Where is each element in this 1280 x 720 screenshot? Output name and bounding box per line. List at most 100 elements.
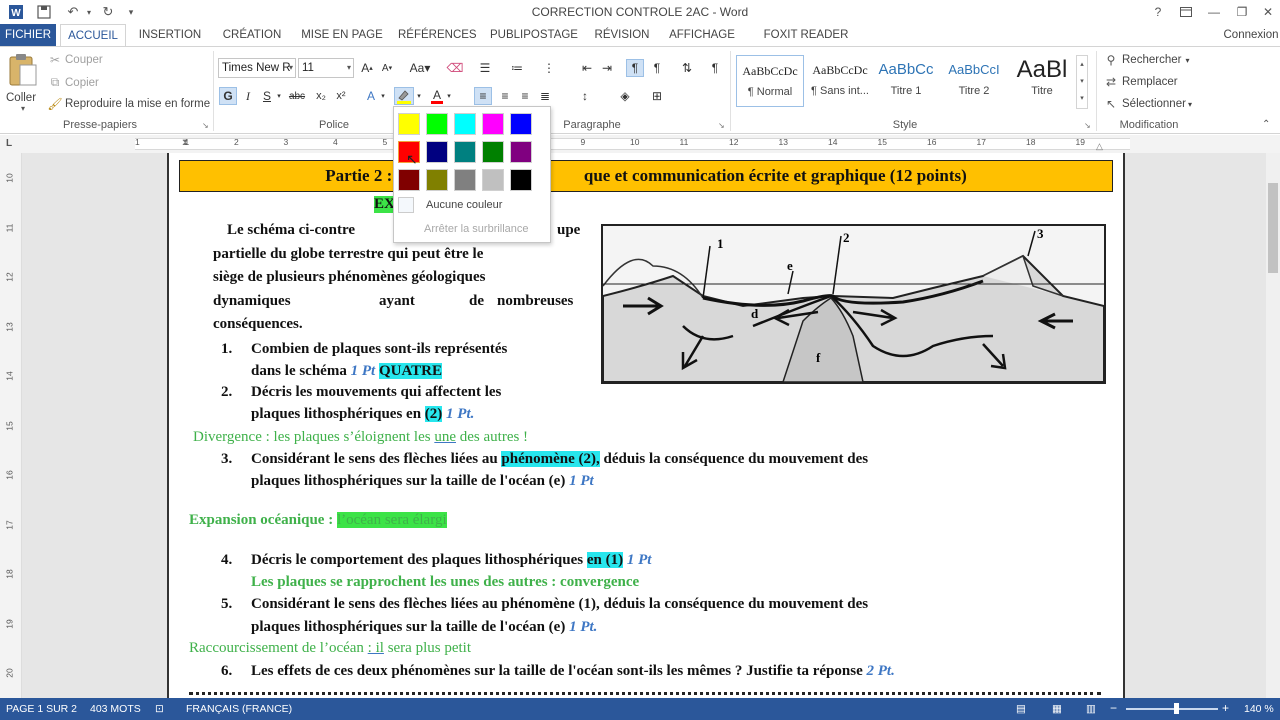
zoom-slider[interactable]: [1126, 708, 1218, 710]
color-swatch[interactable]: [398, 113, 420, 135]
style-no-spacing[interactable]: AaBbCcDc ¶ Sans int...: [806, 55, 874, 107]
save-icon[interactable]: [34, 2, 54, 22]
highlight-dropdown-icon[interactable]: ▾: [414, 87, 424, 105]
change-case-icon[interactable]: Aa▾: [406, 59, 434, 77]
shrink-font-icon[interactable]: A ▾: [378, 59, 396, 77]
ltr-direction-icon[interactable]: ¶: [626, 59, 644, 77]
stop-highlight-option[interactable]: Arrêter la surbrillance: [424, 223, 529, 235]
tab-mise-en-page[interactable]: MISE EN PAGE: [300, 24, 384, 46]
tab-affichage[interactable]: AFFICHAGE: [666, 24, 738, 46]
highlight-color-button[interactable]: [394, 87, 414, 105]
document-page[interactable]: Partie 2 : rais que et communication écri…: [167, 153, 1125, 698]
web-layout-icon[interactable]: ▥: [1086, 703, 1096, 715]
tab-selector-icon[interactable]: L: [6, 138, 18, 150]
redo-icon[interactable]: ↻: [98, 2, 118, 22]
subscript-button[interactable]: x₂: [312, 87, 330, 105]
paste-button[interactable]: Coller ▾: [6, 53, 40, 113]
font-name-combo[interactable]: Times New R ▾: [218, 58, 296, 78]
numbering-icon[interactable]: ≔: [508, 59, 526, 77]
color-swatch[interactable]: [510, 141, 532, 163]
color-swatch[interactable]: [454, 169, 476, 191]
proofing-icon[interactable]: ⊡: [155, 703, 164, 715]
color-swatch[interactable]: [482, 169, 504, 191]
color-swatch[interactable]: [482, 141, 504, 163]
bold-button[interactable]: G: [219, 87, 237, 105]
color-swatch[interactable]: [482, 113, 504, 135]
ribbon-display-options-icon[interactable]: [1172, 2, 1200, 22]
zoom-in-icon[interactable]: +: [1222, 701, 1229, 715]
paragraph-launcher-icon[interactable]: ↘: [718, 121, 725, 130]
color-swatch[interactable]: [510, 113, 532, 135]
style-heading-2[interactable]: AaBbCcI Titre 2: [940, 55, 1008, 107]
increase-indent-icon[interactable]: ⇥: [598, 59, 616, 77]
language-indicator[interactable]: FRANÇAIS (FRANCE): [186, 703, 292, 715]
sign-in-link[interactable]: Connexion: [1222, 24, 1280, 46]
word-logo-icon[interactable]: W: [6, 2, 26, 22]
borders-icon[interactable]: ⊞: [648, 87, 666, 105]
color-swatch[interactable]: [454, 113, 476, 135]
undo-icon[interactable]: ↶: [62, 2, 84, 22]
tab-accueil[interactable]: ACCUEIL: [60, 24, 126, 46]
scrollbar-thumb[interactable]: [1268, 183, 1278, 273]
tab-insertion[interactable]: INSERTION: [136, 24, 204, 46]
cut-button[interactable]: ✂ Couper: [48, 53, 103, 67]
tab-creation[interactable]: CRÉATION: [218, 24, 286, 46]
collapse-ribbon-icon[interactable]: ⌃: [1262, 119, 1270, 130]
italic-button[interactable]: I: [239, 87, 257, 105]
styles-gallery-scroll[interactable]: ▴ ▾ ▾: [1076, 55, 1088, 109]
zoom-level[interactable]: 140 %: [1244, 703, 1274, 715]
replace-button[interactable]: ⇄ Remplacer: [1104, 75, 1178, 89]
sort-icon[interactable]: ⇅: [678, 59, 696, 77]
superscript-button[interactable]: x²: [332, 87, 350, 105]
style-normal[interactable]: AaBbCcDc ¶ Normal: [736, 55, 804, 107]
grow-font-icon[interactable]: A ▴: [358, 59, 376, 77]
align-center-icon[interactable]: ≡: [496, 87, 514, 105]
read-mode-icon[interactable]: ▤: [1016, 703, 1026, 715]
tab-foxit[interactable]: FOXIT READER PDF: [752, 24, 860, 63]
customize-qat-icon[interactable]: ▾: [124, 2, 138, 22]
color-swatch[interactable]: [426, 169, 448, 191]
bullets-icon[interactable]: ☰: [476, 59, 494, 77]
line-spacing-icon[interactable]: ↕: [576, 87, 594, 105]
color-swatch[interactable]: [454, 141, 476, 163]
close-icon[interactable]: ✕: [1254, 2, 1280, 22]
style-heading-1[interactable]: AaBbCc Titre 1: [872, 55, 940, 107]
tab-publipostage[interactable]: PUBLIPOSTAGE: [488, 24, 580, 46]
rtl-direction-icon[interactable]: ¶: [648, 59, 666, 77]
shading-icon[interactable]: ◈: [616, 87, 634, 105]
zoom-out-icon[interactable]: −: [1110, 701, 1117, 715]
font-size-combo[interactable]: 11 ▾: [298, 58, 354, 78]
tab-revision[interactable]: RÉVISION: [592, 24, 652, 46]
color-swatch[interactable]: [426, 113, 448, 135]
style-title[interactable]: AaBl Titre: [1008, 55, 1076, 107]
horizontal-ruler[interactable]: L ⧗ △ 112345678910111213141516171819: [0, 135, 1280, 153]
help-button[interactable]: ?: [1144, 2, 1172, 22]
undo-dropdown-icon[interactable]: ▾: [84, 2, 94, 22]
select-button[interactable]: ↖ Sélectionner ▾: [1104, 97, 1192, 111]
clipboard-launcher-icon[interactable]: ↘: [202, 121, 209, 130]
restore-icon[interactable]: ❐: [1228, 2, 1256, 22]
color-swatch[interactable]: [510, 169, 532, 191]
find-button[interactable]: ⚲ Rechercher ▾: [1104, 53, 1190, 67]
no-color-option[interactable]: Aucune couleur: [398, 195, 546, 215]
color-swatch[interactable]: [398, 169, 420, 191]
right-indent-marker-icon[interactable]: △: [1096, 141, 1103, 152]
show-formatting-marks-icon[interactable]: ¶: [706, 59, 724, 77]
font-color-dropdown-icon[interactable]: ▾: [444, 87, 454, 105]
copy-button[interactable]: ⧉ Copier: [48, 75, 99, 90]
text-effects-dropdown-icon[interactable]: ▾: [378, 87, 388, 105]
format-painter-button[interactable]: 🖌 Reproduire la mise en forme: [47, 97, 210, 111]
tab-references[interactable]: RÉFÉRENCES: [398, 24, 477, 46]
strikethrough-button[interactable]: abc: [288, 87, 306, 105]
vertical-scrollbar[interactable]: [1266, 153, 1280, 698]
print-layout-icon[interactable]: ▦: [1052, 703, 1062, 715]
multilevel-list-icon[interactable]: ⋮: [540, 59, 558, 77]
align-left-icon[interactable]: ≡: [474, 87, 492, 105]
decrease-indent-icon[interactable]: ⇤: [578, 59, 596, 77]
word-count[interactable]: 403 MOTS: [90, 703, 141, 715]
minimize-icon[interactable]: —: [1200, 2, 1228, 22]
zoom-slider-thumb[interactable]: [1174, 703, 1179, 714]
clear-formatting-icon[interactable]: ⌫: [446, 59, 464, 77]
align-right-icon[interactable]: ≡: [516, 87, 534, 105]
tab-fichier[interactable]: FICHIER: [0, 24, 56, 46]
